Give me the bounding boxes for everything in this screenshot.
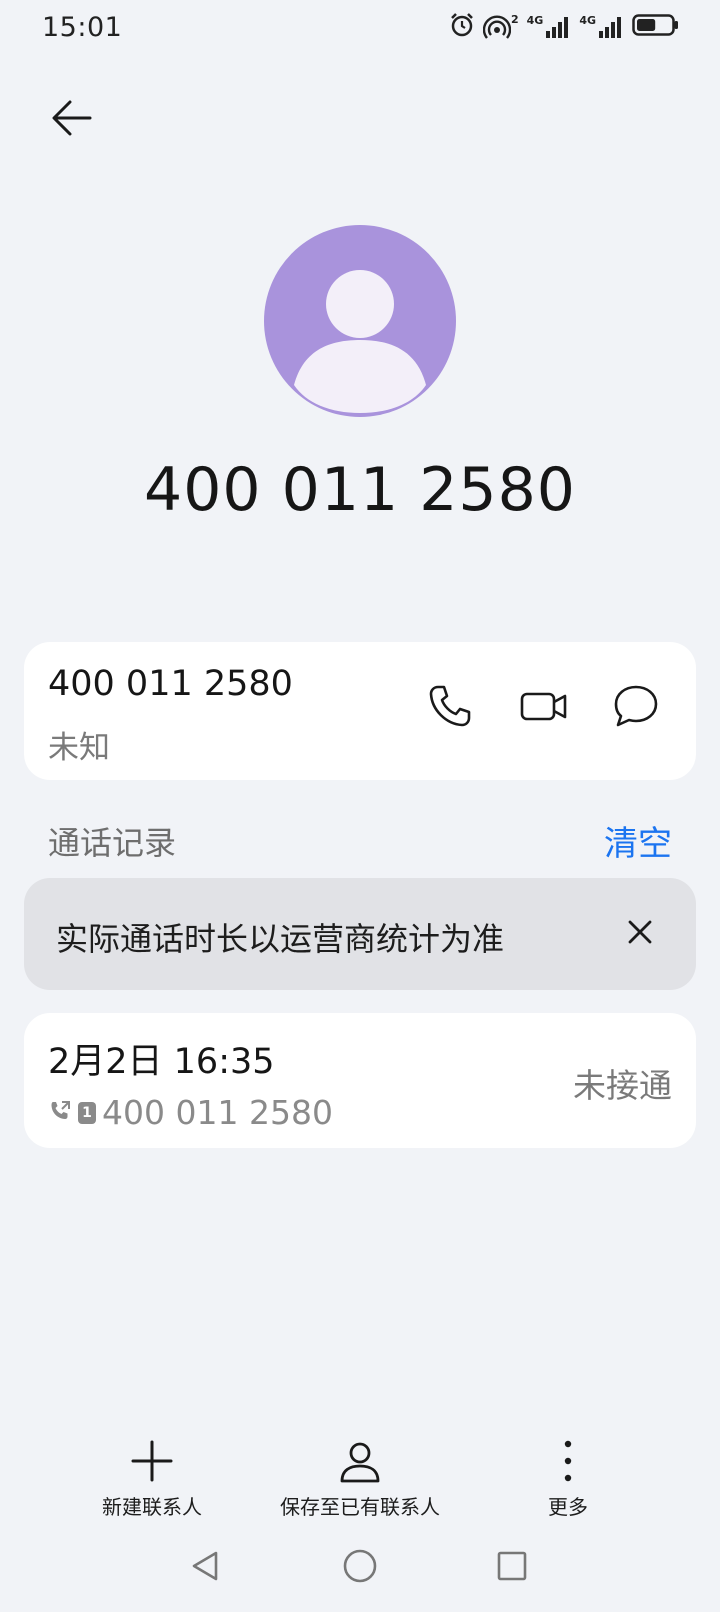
- call-detail-row: 1 400 011 2580: [48, 1093, 333, 1132]
- save-to-existing-button[interactable]: 保存至已有联系人: [270, 1433, 450, 1520]
- contact-number: 400 011 2580: [48, 664, 293, 704]
- nav-back-button[interactable]: [180, 1543, 230, 1593]
- status-time: 15:01: [42, 12, 123, 43]
- message-button[interactable]: [606, 678, 666, 738]
- triangle-back-icon: [188, 1549, 222, 1587]
- notice-banner: 实际通话时长以运营商统计为准: [24, 878, 696, 990]
- video-call-button[interactable]: [514, 678, 574, 738]
- avatar: [264, 225, 456, 417]
- nav-home-button[interactable]: [335, 1543, 385, 1593]
- call-log-title: 通话记录: [48, 824, 177, 862]
- call-button[interactable]: [420, 678, 480, 738]
- more-vertical-icon: [540, 1433, 596, 1489]
- new-contact-label: 新建联系人: [102, 1495, 202, 1519]
- battery-icon: [632, 12, 680, 42]
- status-icons: 2 4G 4G: [449, 10, 680, 44]
- phone-icon: [427, 683, 473, 733]
- contact-title-number: 400 011 2580: [144, 455, 576, 525]
- sim2-signal-icon: 4G: [579, 15, 624, 39]
- chat-bubble-icon: [612, 683, 660, 733]
- save-to-existing-label: 保存至已有联系人: [280, 1495, 440, 1519]
- hotspot-count: 2: [510, 13, 519, 26]
- nav-recents-button[interactable]: [487, 1543, 537, 1593]
- sim1-network-label: 4G: [526, 14, 544, 27]
- notice-text: 实际通话时长以运营商统计为准: [56, 920, 505, 958]
- person-silhouette-icon: [294, 270, 426, 413]
- sim-number: 1: [82, 1104, 92, 1121]
- alarm-icon: [449, 12, 475, 42]
- square-recents-icon: [496, 1550, 528, 1586]
- clear-button[interactable]: 清空: [604, 816, 672, 865]
- call-number: 400 011 2580: [102, 1093, 333, 1132]
- arrow-left-icon: [50, 98, 94, 142]
- hotspot-icon: 2: [482, 13, 519, 40]
- sim2-network-label: 4G: [579, 14, 596, 27]
- plus-icon: [124, 1433, 180, 1489]
- call-log-entry[interactable]: 2月2日 16:35 1 400 011 2580 未接通: [24, 1013, 696, 1148]
- new-contact-button[interactable]: 新建联系人: [92, 1433, 212, 1520]
- more-label: 更多: [548, 1495, 588, 1519]
- call-datetime: 2月2日 16:35: [48, 1042, 275, 1082]
- more-button[interactable]: 更多: [522, 1433, 614, 1520]
- outgoing-call-icon: [48, 1099, 72, 1127]
- sim-badge: 1: [78, 1101, 96, 1124]
- sim1-signal-icon: 4G: [527, 15, 572, 39]
- notice-close-button[interactable]: [610, 904, 670, 964]
- person-icon: [332, 1433, 388, 1489]
- video-camera-icon: [519, 686, 569, 730]
- close-icon: [625, 917, 655, 951]
- call-status: 未接通: [573, 1066, 672, 1105]
- contact-card: 400 011 2580 未知: [24, 642, 696, 780]
- contact-location-label: 未知: [48, 730, 110, 766]
- back-button[interactable]: [44, 92, 100, 148]
- circle-home-icon: [342, 1548, 378, 1588]
